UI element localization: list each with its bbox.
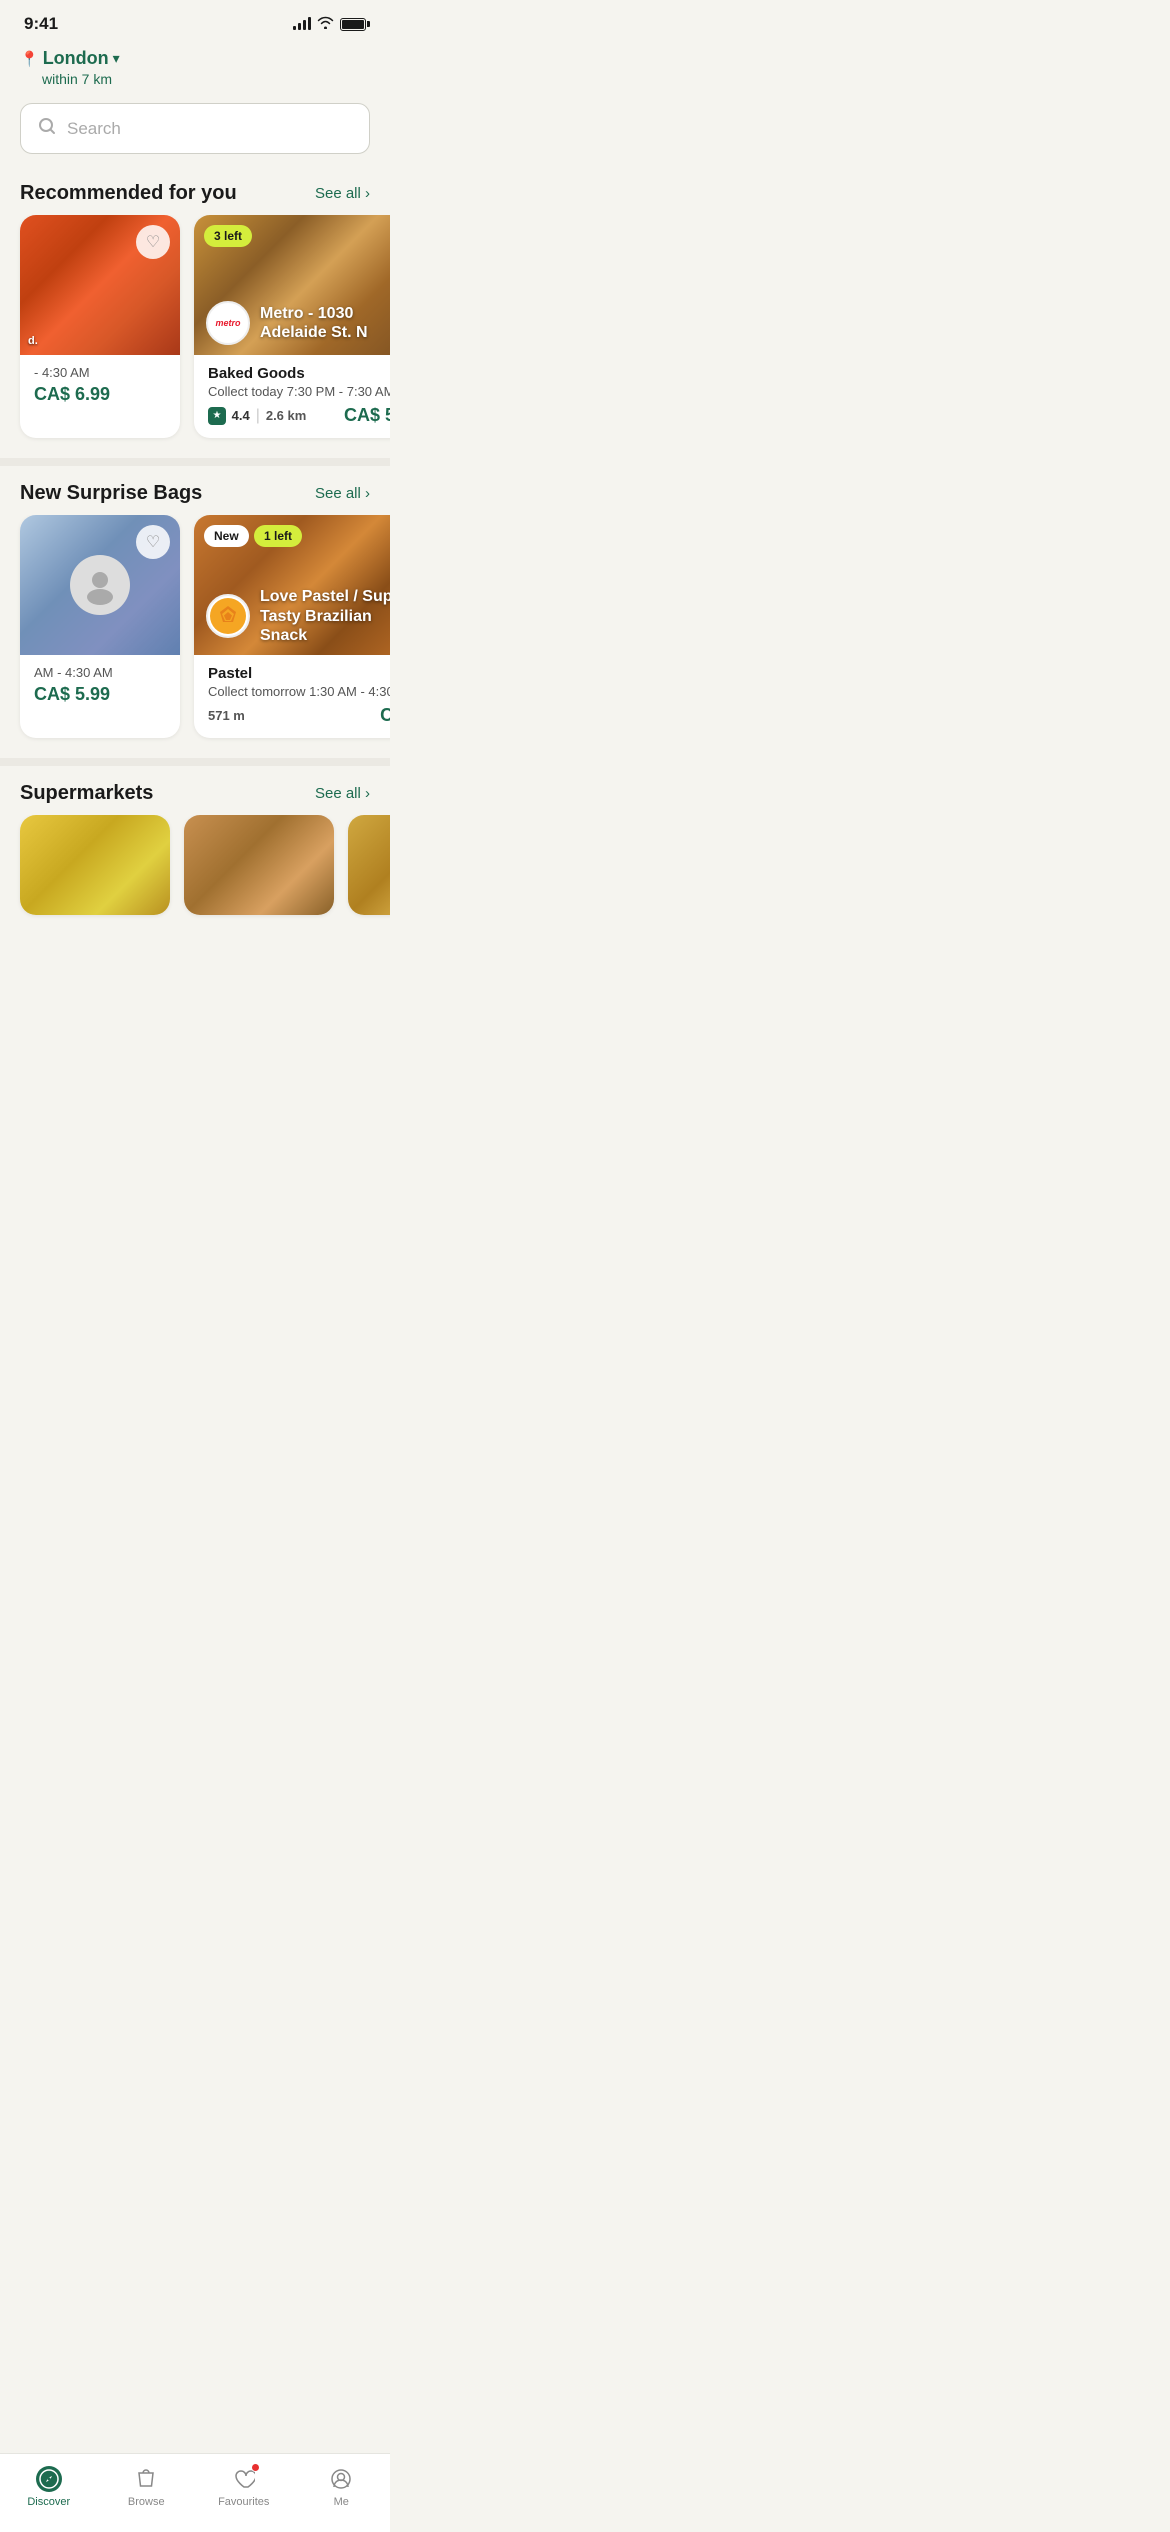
card-info-pastel: Pastel Collect tomorrow 1:30 AM - 4:30 A… bbox=[194, 655, 390, 738]
card-price-metro: CA$ 5.9 bbox=[344, 405, 390, 426]
pastel-logo-circle bbox=[206, 594, 250, 638]
store-label-partial: d. bbox=[28, 335, 38, 347]
nav-item-browse[interactable]: Browse bbox=[98, 2466, 196, 2508]
price-partial-2: CA$ 5.99 bbox=[34, 684, 166, 705]
new-bags-see-all[interactable]: See all › bbox=[315, 485, 370, 502]
nav-item-discover[interactable]: Discover bbox=[0, 2466, 98, 2508]
recommended-cards-scroll: ♡ d. - 4:30 AM CA$ 6.99 3 left metro Met… bbox=[0, 215, 390, 454]
collect-time-partial-2: AM - 4:30 AM bbox=[34, 665, 166, 680]
card-info-metro: Baked Goods Collect today 7:30 PM - 7:30… bbox=[194, 355, 390, 438]
favourite-button-1[interactable]: ♡ bbox=[136, 225, 170, 259]
super-card-2[interactable] bbox=[184, 815, 334, 915]
card-rating-metro: 4.4 bbox=[228, 408, 250, 423]
battery-icon bbox=[340, 18, 366, 31]
card-collect-metro: Collect today 7:30 PM - 7:30 AM bbox=[208, 384, 390, 399]
card-image-partial-2: ♡ bbox=[20, 515, 180, 655]
store-logo-overlay-pastel: Love Pastel / Supper Tasty Brazilian Sna… bbox=[206, 587, 390, 645]
card-image-grocery: ♡ d. bbox=[20, 215, 180, 355]
supermarkets-see-all[interactable]: See all › bbox=[315, 785, 370, 802]
search-bar[interactable]: Search bbox=[20, 103, 370, 154]
store-card-pastel[interactable]: New 1 left Love Pastel / Supper Tasty Br… bbox=[194, 515, 390, 738]
super-img-1 bbox=[20, 815, 170, 915]
recommended-see-all[interactable]: See all › bbox=[315, 185, 370, 202]
favourites-icon bbox=[231, 2466, 257, 2492]
super-img-3 bbox=[348, 815, 390, 915]
nav-label-browse: Browse bbox=[128, 2496, 165, 2508]
super-card-3[interactable] bbox=[348, 815, 390, 915]
me-icon bbox=[328, 2466, 354, 2492]
store-card-partial-2[interactable]: ♡ AM - 4:30 AM CA$ 5.99 bbox=[20, 515, 180, 738]
favourite-button-2[interactable]: ♡ bbox=[136, 525, 170, 559]
section-divider-2 bbox=[0, 758, 390, 766]
location-row[interactable]: 📍 London ▾ bbox=[20, 48, 370, 69]
store-card-metro[interactable]: 3 left metro Metro - 1030 Adelaide St. N… bbox=[194, 215, 390, 438]
recommended-title: Recommended for you bbox=[20, 182, 237, 205]
location-header[interactable]: 📍 London ▾ within 7 km bbox=[0, 40, 390, 91]
card-info-partial-2: AM - 4:30 AM CA$ 5.99 bbox=[20, 655, 180, 717]
card-meta-pastel: 571 m CA$ bbox=[208, 705, 390, 726]
section-divider-1 bbox=[0, 458, 390, 466]
supermarkets-title: Supermarkets bbox=[20, 782, 153, 805]
signal-icon bbox=[293, 18, 311, 30]
card-type-metro: Baked Goods bbox=[208, 365, 390, 382]
collect-time-partial-1: - 4:30 AM bbox=[34, 365, 166, 380]
nav-item-me[interactable]: Me bbox=[293, 2466, 391, 2508]
stock-badge-pastel: 1 left bbox=[254, 525, 302, 547]
new-bags-section-header: New Surprise Bags See all › bbox=[0, 470, 390, 515]
card-meta-metro: ★ 4.4 | 2.6 km CA$ 5.9 bbox=[208, 405, 390, 426]
card-collect-pastel: Collect tomorrow 1:30 AM - 4:30 AM bbox=[208, 684, 390, 699]
card-image-pastel: New 1 left Love Pastel / Supper Tasty Br… bbox=[194, 515, 390, 655]
nav-label-favourites: Favourites bbox=[218, 2496, 269, 2508]
location-radius: within 7 km bbox=[20, 71, 370, 87]
chevron-down-icon[interactable]: ▾ bbox=[113, 50, 120, 67]
card-meta-left-metro: ★ 4.4 | 2.6 km bbox=[208, 407, 306, 425]
nav-label-me: Me bbox=[334, 2496, 349, 2508]
supermarkets-scroll bbox=[0, 815, 390, 931]
wifi-icon bbox=[317, 16, 334, 32]
rating-star-icon: ★ bbox=[208, 407, 226, 425]
new-bags-title: New Surprise Bags bbox=[20, 482, 202, 505]
price-partial-1: CA$ 6.99 bbox=[34, 384, 166, 405]
metro-logo-text: metro bbox=[215, 319, 240, 328]
bottom-nav: Discover Browse Favourites Me bbox=[0, 2453, 390, 2532]
nav-label-discover: Discover bbox=[27, 2496, 70, 2508]
partial-store-avatar bbox=[70, 555, 130, 615]
search-input[interactable]: Search bbox=[67, 119, 121, 139]
card-image-metro: 3 left metro Metro - 1030 Adelaide St. N bbox=[194, 215, 390, 355]
pastel-store-name: Love Pastel / Supper Tasty Brazilian Sna… bbox=[260, 587, 390, 645]
search-icon bbox=[37, 116, 57, 141]
search-container: Search bbox=[0, 91, 390, 170]
status-bar: 9:41 bbox=[0, 0, 390, 40]
pipe-metro: | bbox=[256, 407, 260, 425]
supermarkets-section-header: Supermarkets See all › bbox=[0, 770, 390, 815]
location-pin-icon: 📍 bbox=[20, 50, 39, 68]
browse-icon bbox=[133, 2466, 159, 2492]
card-distance-metro: 2.6 km bbox=[266, 408, 306, 423]
favourites-badge bbox=[251, 2463, 260, 2472]
store-card-partial-1[interactable]: ♡ d. - 4:30 AM CA$ 6.99 bbox=[20, 215, 180, 438]
new-bags-cards-scroll: ♡ AM - 4:30 AM CA$ 5.99 New 1 left bbox=[0, 515, 390, 754]
card-info-partial-1: - 4:30 AM CA$ 6.99 bbox=[20, 355, 180, 417]
metro-store-name: Metro - 1030 Adelaide St. N bbox=[260, 304, 390, 342]
discover-icon bbox=[36, 2466, 62, 2492]
store-logo-overlay-metro: metro Metro - 1030 Adelaide St. N bbox=[206, 301, 390, 345]
card-price-pastel: CA$ bbox=[380, 705, 390, 726]
super-img-2 bbox=[184, 815, 334, 915]
recommended-section-header: Recommended for you See all › bbox=[0, 170, 390, 215]
status-icons bbox=[293, 16, 366, 32]
card-type-pastel: Pastel bbox=[208, 665, 390, 682]
stock-badge-metro: 3 left bbox=[204, 225, 252, 247]
card-distance-pastel: 571 m bbox=[208, 708, 245, 723]
card-meta-left-pastel: 571 m bbox=[208, 708, 245, 723]
metro-logo-circle: metro bbox=[206, 301, 250, 345]
location-city: London bbox=[43, 48, 109, 69]
badge-new-pastel: New bbox=[204, 525, 249, 547]
status-time: 9:41 bbox=[24, 14, 58, 34]
super-card-1[interactable] bbox=[20, 815, 170, 915]
nav-item-favourites[interactable]: Favourites bbox=[195, 2466, 293, 2508]
